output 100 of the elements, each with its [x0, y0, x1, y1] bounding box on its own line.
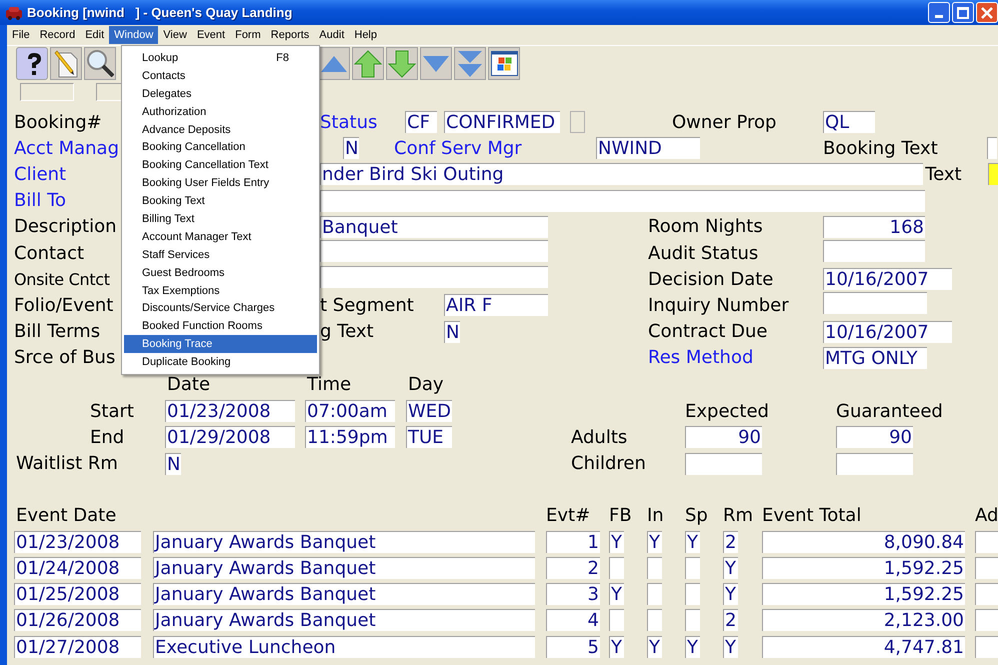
contract-due-field[interactable]: 10/16/2007	[823, 320, 952, 343]
day-field[interactable]: WED	[406, 400, 452, 422]
table-cell	[975, 530, 998, 553]
guaranteed-field[interactable]: 90	[836, 426, 913, 448]
table-cell: Y	[723, 583, 738, 606]
minimize-icon	[935, 15, 943, 18]
input-field[interactable]	[570, 111, 585, 134]
menu-item[interactable]: Edit	[80, 26, 110, 44]
up-button[interactable]	[352, 47, 384, 80]
menu-item[interactable]: Contacts	[124, 66, 317, 85]
row-label: Adults	[571, 426, 628, 448]
row-label: End	[89, 426, 124, 448]
menu-item[interactable]: Reports	[266, 26, 314, 44]
table-cell: 1,592.25	[762, 557, 965, 580]
field-label: Client	[14, 164, 68, 185]
table-cell: 01/26/2008	[14, 609, 141, 632]
table-cell	[975, 636, 998, 658]
menu-item[interactable]: Form	[230, 26, 266, 44]
menu-item[interactable]: Help	[349, 26, 382, 44]
table-cell: Y	[723, 557, 738, 580]
field-label: Inquiry Number	[648, 294, 790, 316]
table-cell	[685, 609, 700, 632]
menu-item[interactable]: Account Manager Text	[124, 228, 317, 246]
menu-item[interactable]: Window	[109, 26, 158, 44]
waitlist-field[interactable]: N	[165, 452, 181, 475]
menu-item[interactable]: View	[158, 26, 192, 44]
client-field[interactable]: nder Bird Ski Outing	[320, 163, 924, 186]
menu-item[interactable]: Booking User Fields Entry	[124, 174, 317, 192]
table-cell: January Awards Banquet	[153, 609, 535, 632]
minimize-button[interactable]	[928, 2, 950, 23]
room-nights-field[interactable]: 168	[823, 216, 925, 238]
menu-item[interactable]: Duplicate Booking	[124, 353, 317, 372]
menu-item[interactable]: Delegates	[124, 84, 317, 103]
search-button[interactable]	[84, 47, 116, 80]
close-icon	[981, 6, 993, 18]
owner-prop-field[interactable]: QL	[823, 111, 875, 134]
acct-manager-field[interactable]: N	[343, 137, 359, 160]
menu-item[interactable]: Booking Trace	[124, 335, 317, 354]
description-field[interactable]: Banquet	[320, 216, 548, 238]
field-label: Onsite Cntct	[14, 270, 111, 289]
field-label: Audit Status	[648, 242, 760, 264]
field-label: Room Nights	[648, 216, 764, 238]
menu-item[interactable]: Discounts/Service Charges	[124, 299, 317, 318]
expected-field[interactable]	[685, 452, 762, 475]
previous-button[interactable]	[318, 47, 350, 80]
segment-field[interactable]: AIR F	[444, 294, 548, 316]
menu-item[interactable]: Audit	[314, 26, 350, 44]
contact-field[interactable]	[320, 240, 548, 262]
menu-item[interactable]: Record	[34, 26, 80, 44]
menu-item[interactable]: Staff Services	[124, 246, 317, 264]
res-method-field[interactable]: MTG ONLY	[823, 346, 927, 369]
table-cell: Y	[609, 583, 624, 606]
audit-status-field[interactable]	[823, 240, 925, 262]
billing-text-field[interactable]: N	[444, 320, 460, 343]
bill-to-field[interactable]	[320, 190, 925, 212]
menu-item[interactable]: Booking Cancellation	[124, 138, 317, 156]
column-header: Event Total	[762, 505, 862, 526]
table-cell: 1	[546, 530, 600, 553]
time-field[interactable]: 07:00am	[305, 400, 395, 422]
status-field[interactable]: CONFIRMED	[444, 111, 560, 134]
guaranteed-field[interactable]	[836, 452, 913, 475]
input-field[interactable]	[987, 137, 997, 160]
close-button[interactable]	[976, 2, 998, 23]
down-button[interactable]	[386, 47, 418, 80]
field-label: g Text	[320, 321, 375, 342]
field-label: Contact	[14, 242, 86, 264]
menu-item[interactable]: Tax Exemptions	[124, 282, 317, 300]
date-field[interactable]: 01/23/2008	[165, 400, 295, 422]
menu-item[interactable]: Lookup F8	[124, 49, 317, 67]
inquiry-number-field[interactable]	[823, 292, 927, 314]
table-cell	[975, 557, 998, 580]
windows-button[interactable]	[488, 47, 520, 80]
time-field[interactable]: 11:59pm	[305, 426, 395, 448]
menu-item[interactable]: Billing Text	[124, 210, 317, 228]
field-label: Contract Due	[648, 321, 768, 342]
expected-field[interactable]: 90	[685, 426, 762, 448]
input-field[interactable]	[20, 83, 74, 101]
conf-serv-mgr-field[interactable]: NWIND	[596, 137, 700, 160]
column-header: Expected	[685, 400, 769, 422]
table-cell: January Awards Banquet	[153, 583, 535, 606]
table-cell: 2	[723, 609, 738, 632]
menu-item[interactable]: Booking Cancellation Text	[124, 156, 317, 174]
day-field[interactable]: TUE	[406, 426, 452, 448]
menu-item[interactable]: Booked Function Rooms	[124, 317, 317, 336]
menu-item[interactable]: Advance Deposits	[124, 120, 317, 138]
input-field[interactable]	[988, 163, 998, 186]
menu-item[interactable]: Authorization	[124, 102, 317, 121]
next-button[interactable]	[420, 47, 452, 80]
menu-item[interactable]: Booking Text	[124, 192, 317, 210]
help-button[interactable]	[16, 47, 48, 80]
maximize-button[interactable]	[952, 2, 974, 23]
menu-item[interactable]: Guest Bedrooms	[124, 264, 317, 282]
menu-item[interactable]: Event	[192, 26, 230, 44]
menu-item[interactable]: File	[7, 26, 35, 44]
status-code-field[interactable]: CF	[405, 111, 437, 134]
table-cell	[685, 583, 700, 606]
onsite-contact-field[interactable]	[320, 266, 548, 288]
column-header: In	[647, 505, 664, 526]
decision-date-field[interactable]: 10/16/2007	[823, 268, 952, 290]
date-field[interactable]: 01/29/2008	[165, 426, 295, 448]
